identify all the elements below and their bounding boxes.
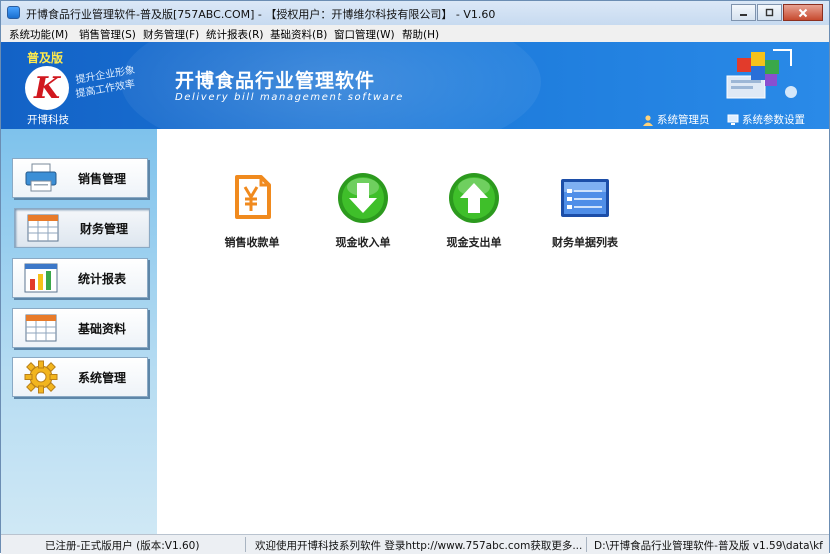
admin-user-label: 系统管理员 — [657, 114, 710, 126]
list-window-icon — [558, 171, 612, 225]
ledger-icon — [25, 212, 61, 244]
close-button[interactable] — [783, 4, 823, 21]
menu-sales[interactable]: 销售管理(S) — [79, 27, 136, 42]
app-title: 开博食品行业管理软件 — [175, 70, 376, 92]
sidebar-item-label: 财务管理 — [80, 221, 129, 236]
sidebar-item-label: 统计报表 — [78, 271, 127, 286]
sidebar-item-reports[interactable]: 统计报表 — [12, 258, 148, 298]
header-banner: 普及版 K 开博科技 提升企业形象 提高工作效率 开博食品行业管理软件 Deli… — [1, 42, 829, 129]
app-icon[interactable] — [7, 6, 20, 19]
minimize-icon — [740, 14, 747, 16]
window-controls — [730, 4, 823, 21]
yen-receipt-icon — [225, 171, 279, 225]
table-icon — [23, 312, 59, 344]
tile-label: 现金支出单 — [446, 236, 502, 249]
main-workspace: 销售收款单 现金收入单 现金支出单 财务单据列表 — [157, 129, 829, 534]
status-divider — [586, 537, 587, 552]
sidebar-item-basic-data[interactable]: 基础资料 — [12, 308, 148, 348]
tile-cash-income[interactable]: 现金收入单 — [323, 171, 403, 251]
restore-icon — [765, 8, 774, 17]
status-bar: 已注册-正式版用户 (版本:V1.60) 欢迎使用开博科技系列软件 登录http… — [1, 534, 829, 554]
menu-help[interactable]: 帮助(H) — [402, 27, 439, 42]
sidebar: 销售管理 财务管理 统计报表 基础资料 系统管理 — [1, 129, 157, 534]
minimize-button[interactable] — [731, 4, 756, 21]
sidebar-item-label: 销售管理 — [78, 171, 127, 186]
arrow-down-icon — [336, 171, 390, 225]
menu-reports[interactable]: 统计报表(R) — [206, 27, 264, 42]
menu-system[interactable]: 系统功能(M) — [9, 27, 68, 42]
menu-finance[interactable]: 财务管理(F) — [143, 27, 199, 42]
app-subtitle: Delivery bill management software — [175, 92, 404, 103]
title-bar[interactable]: 开博食品行业管理软件-普及版[757ABC.COM] - 【授权用户：开博维尔科… — [1, 1, 829, 25]
window-title: 开博食品行业管理软件-普及版[757ABC.COM] - 【授权用户：开博维尔科… — [26, 8, 496, 21]
admin-user-link[interactable]: 系统管理员 — [642, 112, 710, 127]
tile-sales-receipt[interactable]: 销售收款单 — [212, 171, 292, 251]
welcome-message: 欢迎使用开博科技系列软件 登录http://www.757abc.com获取更多… — [255, 540, 583, 552]
system-settings-label: 系统参数设置 — [742, 114, 805, 126]
bar-chart-icon — [23, 262, 59, 294]
tile-label: 销售收款单 — [224, 236, 280, 249]
company-logo: K — [25, 66, 69, 110]
registration-status: 已注册-正式版用户 (版本:V1.60) — [45, 540, 200, 552]
sidebar-item-label: 系统管理 — [78, 370, 127, 385]
company-name: 开博科技 — [27, 114, 69, 126]
cubes-decoration-icon — [726, 49, 797, 99]
edition-label: 普及版 — [27, 51, 64, 65]
user-icon — [643, 114, 653, 126]
system-settings-link[interactable]: 系统参数设置 — [727, 112, 805, 127]
data-path: D:\开博食品行业管理软件-普及版 v1.59\data\kf — [594, 540, 823, 552]
gear-icon — [23, 360, 59, 394]
sidebar-item-finance[interactable]: 财务管理 — [14, 208, 150, 248]
close-icon — [798, 8, 808, 17]
menu-bar: 系统功能(M) 销售管理(S) 财务管理(F) 统计报表(R) 基础资料(B) … — [1, 25, 829, 43]
restore-button[interactable] — [757, 4, 782, 21]
arrow-up-icon — [447, 171, 501, 225]
monitor-icon — [727, 114, 739, 125]
menu-basic-data[interactable]: 基础资料(B) — [270, 27, 327, 42]
tile-cash-expense[interactable]: 现金支出单 — [434, 171, 514, 251]
sidebar-item-system[interactable]: 系统管理 — [12, 357, 148, 397]
app-window: 开博食品行业管理软件-普及版[757ABC.COM] - 【授权用户：开博维尔科… — [0, 0, 830, 554]
menu-window[interactable]: 窗口管理(W) — [334, 27, 395, 42]
tile-label: 现金收入单 — [335, 236, 391, 249]
printer-icon — [23, 162, 59, 194]
tile-finance-doc-list[interactable]: 财务单据列表 — [545, 171, 625, 251]
status-divider — [245, 537, 246, 552]
sidebar-item-sales[interactable]: 销售管理 — [12, 158, 148, 198]
sidebar-item-label: 基础资料 — [78, 321, 127, 336]
tile-label: 财务单据列表 — [552, 236, 618, 249]
